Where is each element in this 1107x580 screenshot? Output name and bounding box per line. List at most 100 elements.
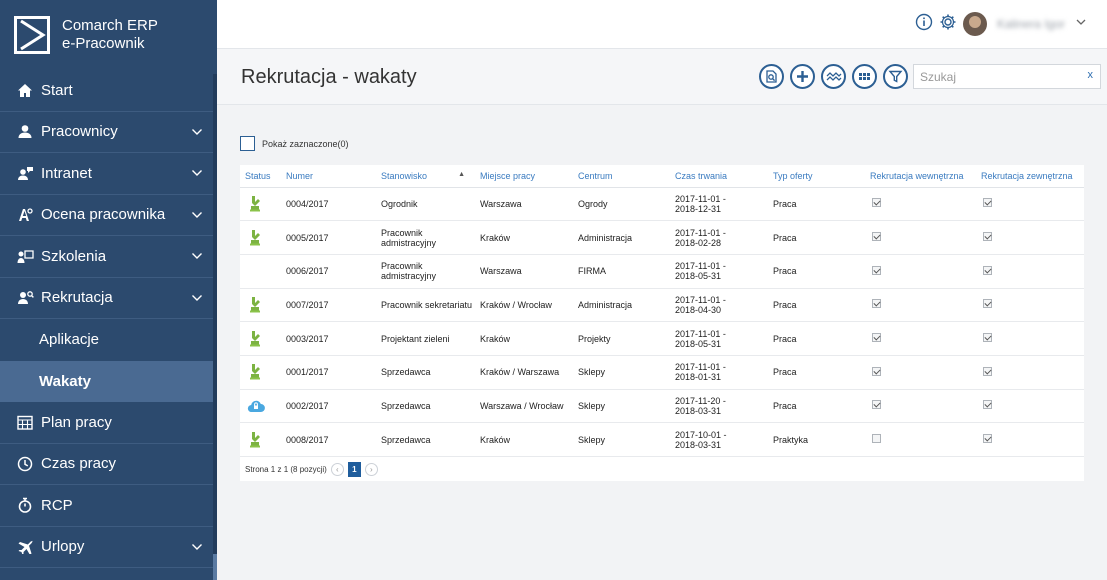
sidebar-item-rekrutacja[interactable]: Rekrutacja xyxy=(0,278,213,319)
page-title: Rekrutacja - wakaty xyxy=(241,66,417,88)
chevron-down-icon[interactable] xyxy=(191,249,203,266)
external-recruitment-checkbox[interactable] xyxy=(983,366,992,376)
internal-recruitment-checkbox[interactable] xyxy=(872,265,881,275)
duration-start: 2017-11-20 - xyxy=(675,395,726,406)
table-row[interactable]: 0005/2017 Pracownik admistracyjny Kraków Ad… xyxy=(240,220,1084,255)
position-cell: Pracownik sekretariatu xyxy=(376,288,475,323)
sidebar-scrollbar[interactable] xyxy=(213,74,217,580)
external-recruitment-checkbox[interactable] xyxy=(983,400,992,410)
center-cell: Ogrody xyxy=(573,187,670,222)
table-row[interactable]: 0007/2017 Pracownik sekretariatu Kraków / … xyxy=(240,288,1084,323)
chevron-down-icon[interactable] xyxy=(191,125,203,142)
internal-recruitment-checkbox[interactable] xyxy=(872,333,881,343)
column-header[interactable]: Typ oferty xyxy=(768,165,865,188)
external-recruitment-checkbox-cell xyxy=(976,220,1084,255)
column-header[interactable]: Status xyxy=(240,165,281,188)
column-header[interactable]: Czas trwania xyxy=(670,165,768,188)
internal-recruitment-checkbox[interactable] xyxy=(872,400,881,410)
chevron-down-icon[interactable] xyxy=(191,208,203,225)
internal-recruitment-checkbox[interactable] xyxy=(872,434,881,444)
brand-name: Comarch ERP e-Pracownik xyxy=(62,17,158,53)
center-cell: Administracja xyxy=(573,288,670,323)
column-header[interactable]: Centrum xyxy=(573,165,670,188)
internal-recruitment-checkbox[interactable] xyxy=(872,299,881,309)
sidebar-item-label: Wakaty xyxy=(39,372,91,390)
pager-prev-button[interactable]: ‹ xyxy=(330,463,344,476)
sidebar-item-urlopy[interactable]: Urlopy xyxy=(0,527,213,568)
chart-button[interactable] xyxy=(821,64,846,89)
status-cell xyxy=(240,220,281,255)
chevron-down-icon[interactable] xyxy=(191,291,203,308)
number-cell: 0006/2017 xyxy=(281,254,376,289)
position-cell: Ogrodnik xyxy=(376,187,475,222)
search-clear-button[interactable]: x xyxy=(1088,69,1094,81)
pager-current-page[interactable]: 1 xyxy=(347,462,361,477)
settings-gear-icon[interactable] xyxy=(939,13,957,36)
grid-view-button[interactable] xyxy=(852,64,877,89)
published-offer-icon xyxy=(247,295,265,313)
chevron-down-icon[interactable] xyxy=(191,540,203,557)
sidebar-item-wakaty[interactable]: Wakaty xyxy=(0,360,213,402)
search-doc-button[interactable] xyxy=(759,64,784,89)
column-header[interactable]: Stanowisko ▲ xyxy=(376,165,475,188)
info-icon[interactable] xyxy=(915,13,933,36)
duration-cell: 2017-11-01 -2018-12-31 xyxy=(670,187,768,222)
sidebar-item-label: Start xyxy=(41,81,73,99)
show-checked-toggle[interactable]: Pokaż zaznaczone(0) xyxy=(240,136,349,151)
column-header[interactable]: Rekrutacja wewnętrzna xyxy=(865,165,976,188)
logo[interactable]: Comarch ERP e-Pracownik xyxy=(0,0,217,70)
table-row[interactable]: 0008/2017 Sprzedawca Kraków Sklepy 2017-10-0… xyxy=(240,422,1084,457)
user-name[interactable]: Kalinera Igor xyxy=(997,17,1065,31)
pager-next-button[interactable]: › xyxy=(364,463,378,476)
sidebar-item-czas-pracy[interactable]: Czas pracy xyxy=(0,444,213,485)
number-cell: 0007/2017 xyxy=(281,288,376,323)
toolbar xyxy=(759,64,908,89)
external-recruitment-checkbox[interactable] xyxy=(983,434,992,444)
avatar[interactable] xyxy=(962,12,987,36)
sidebar-item-pracownicy[interactable]: Pracownicy xyxy=(0,112,213,153)
internal-recruitment-checkbox[interactable] xyxy=(872,198,881,208)
table-row[interactable]: 0001/2017 Sprzedawca Kraków / Warszawa Skle… xyxy=(240,355,1084,390)
add-icon xyxy=(797,71,808,82)
pager-info: Strona 1 z 1 (8 pozycji) xyxy=(245,465,327,474)
sidebar-item-rcp[interactable]: RCP xyxy=(0,485,213,527)
internal-recruitment-checkbox[interactable] xyxy=(872,366,881,376)
workplace-cell: Kraków / Warszawa xyxy=(475,355,573,390)
chevron-down-icon[interactable] xyxy=(1075,15,1087,33)
search-input[interactable] xyxy=(914,65,1079,88)
sort-ascending-icon[interactable]: ▲ xyxy=(458,171,465,178)
sidebar-item-plan-pracy[interactable]: Plan pracy xyxy=(0,402,213,444)
table-row[interactable]: 0002/2017 Sprzedawca Warszawa / Wrocław Skl… xyxy=(240,389,1084,424)
sidebar-item-aplikacje[interactable]: Aplikacje xyxy=(0,319,213,361)
stopwatch-icon xyxy=(16,496,34,514)
column-header[interactable]: Miejsce pracy xyxy=(475,165,573,188)
table-row[interactable]: 0004/2017 Ogrodnik Warszawa Ogrody 2017-11-0… xyxy=(240,187,1084,222)
internal-recruitment-checkbox-cell xyxy=(865,254,976,289)
filter-button[interactable] xyxy=(883,64,908,89)
external-recruitment-checkbox[interactable] xyxy=(983,265,992,275)
external-recruitment-checkbox[interactable] xyxy=(983,333,992,343)
duration-start: 2017-11-01 - xyxy=(675,227,726,238)
sidebar-item-label: Szkolenia xyxy=(41,247,107,265)
sidebar-item-intranet[interactable]: Intranet xyxy=(0,153,213,195)
external-recruitment-checkbox[interactable] xyxy=(983,198,992,208)
column-header[interactable]: Numer xyxy=(281,165,376,188)
sidebar-item-start[interactable]: Start xyxy=(0,70,213,112)
chevron-down-icon[interactable] xyxy=(191,166,203,183)
table-row[interactable]: 0003/2017 Projektant zieleni Kraków Projekt… xyxy=(240,321,1084,356)
sidebar-item-label: Czas pracy xyxy=(41,455,117,473)
external-recruitment-checkbox[interactable] xyxy=(983,299,992,309)
number-cell: 0004/2017 xyxy=(281,187,376,222)
external-recruitment-checkbox-cell xyxy=(976,288,1084,323)
internal-recruitment-checkbox[interactable] xyxy=(872,232,881,242)
show-checked-checkbox[interactable] xyxy=(240,136,255,151)
sidebar-menu: Start Pracownicy Intranet Ocena pracownika S… xyxy=(0,70,217,568)
external-recruitment-checkbox[interactable] xyxy=(983,232,992,242)
add-button[interactable] xyxy=(790,64,815,89)
sidebar-item-ocena-pracownika[interactable]: Ocena pracownika xyxy=(0,195,213,236)
duration-end: 2018-03-31 xyxy=(675,439,722,450)
table-row[interactable]: 0006/2017 Pracownik admistracyjny Warszawa… xyxy=(240,254,1084,289)
sidebar-item-szkolenia[interactable]: Szkolenia xyxy=(0,236,213,278)
sidebar-scroll-thumb[interactable] xyxy=(213,554,217,580)
column-header[interactable]: Rekrutacja zewnętrzna xyxy=(976,165,1084,188)
